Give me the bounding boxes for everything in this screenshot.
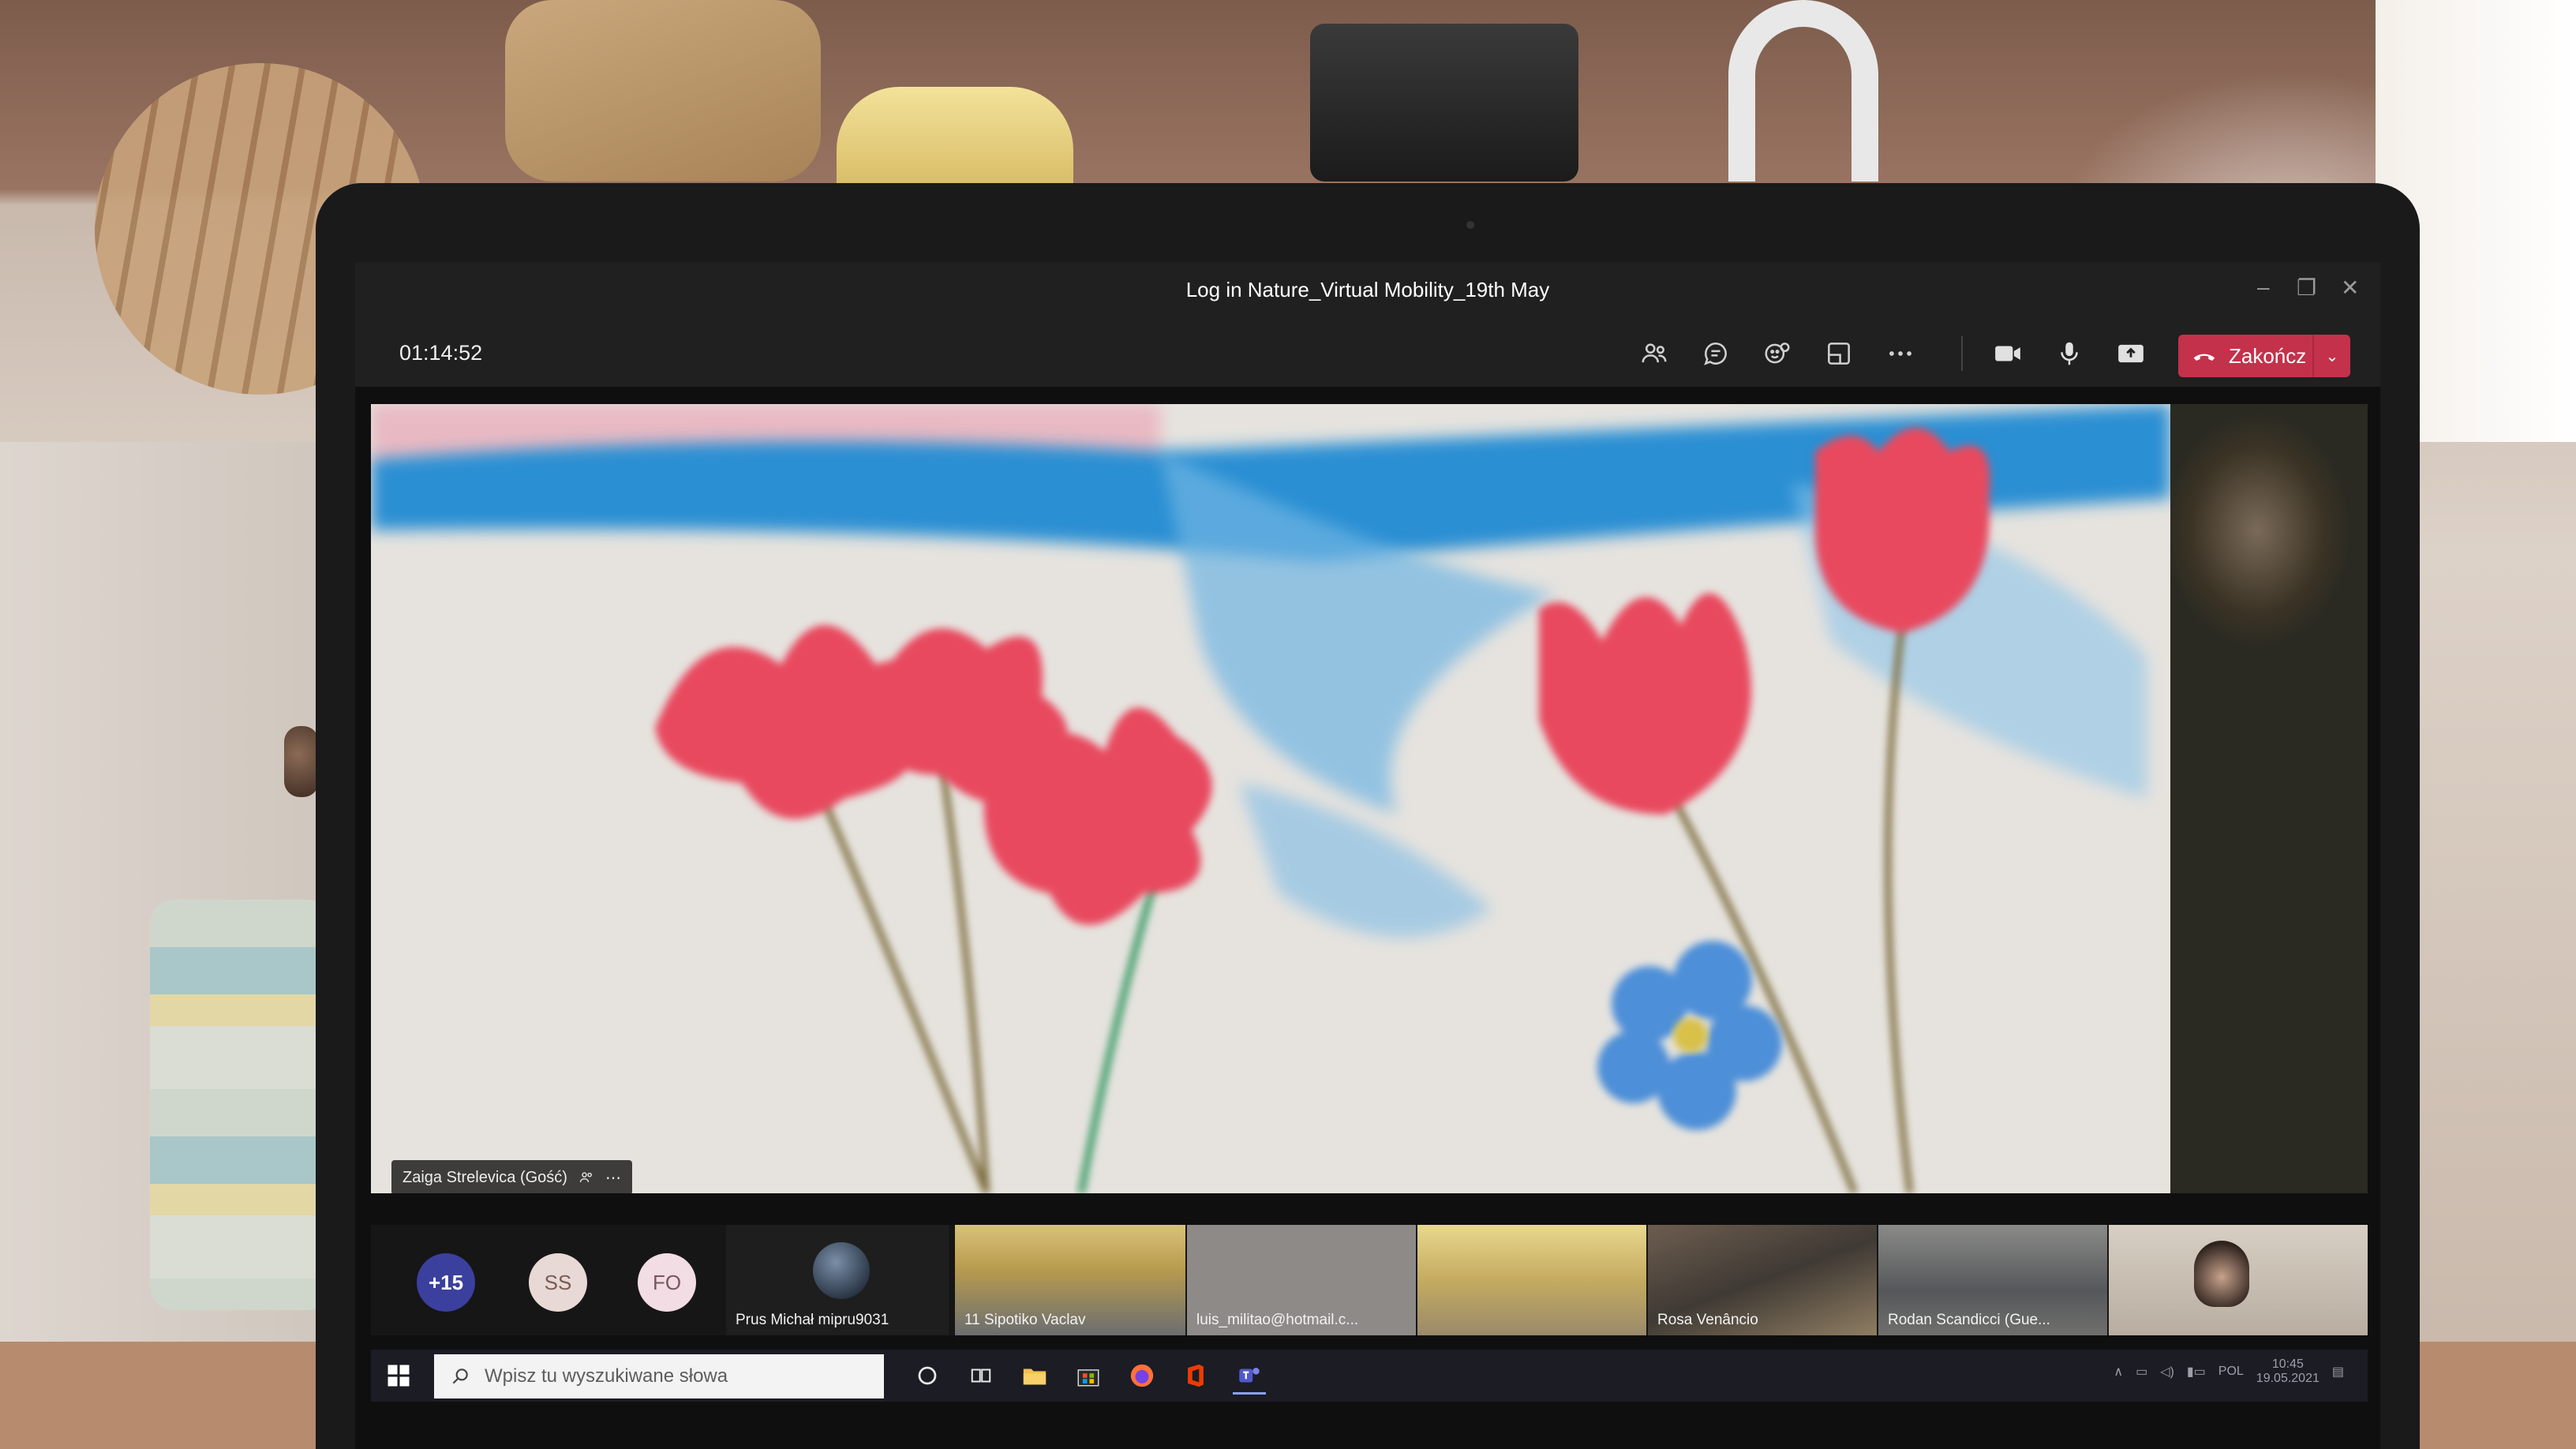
- participant-tile[interactable]: luis_militao@hotmail.c...: [1187, 1225, 1416, 1335]
- file-explorer-button[interactable]: [1018, 1359, 1051, 1392]
- participant-avatar-ss[interactable]: SS: [529, 1253, 587, 1312]
- leave-dropdown-button[interactable]: ⌄: [2312, 335, 2350, 377]
- laptop-screen: Log in Nature_Virtual Mobility_19th May …: [355, 262, 2380, 1449]
- participant-tile[interactable]: Rosa Venâncio: [1648, 1225, 1877, 1335]
- office-button[interactable]: [1179, 1359, 1212, 1392]
- cortana-button[interactable]: [911, 1359, 944, 1392]
- participants-button[interactable]: [1632, 335, 1676, 373]
- more-icon: [1889, 351, 1911, 356]
- chat-button[interactable]: [1694, 335, 1738, 373]
- more-participants-badge[interactable]: +15: [417, 1253, 475, 1312]
- teams-icon: [1239, 1368, 1260, 1383]
- people-icon: [1642, 343, 1667, 363]
- participant-gallery-strip: +15 SS FO Prus Michał mipru9031 11 Sipot…: [371, 1225, 2368, 1335]
- folder-icon: [1023, 1368, 1046, 1385]
- reactions-button[interactable]: [1755, 335, 1799, 373]
- task-view-button[interactable]: [964, 1359, 998, 1392]
- notifications-icon[interactable]: ▤: [2332, 1364, 2344, 1380]
- flower-painting-video: [371, 404, 2170, 1193]
- laptop: Log in Nature_Virtual Mobility_19th May …: [316, 183, 2420, 1449]
- minimize-button[interactable]: –: [2257, 275, 2270, 300]
- participant-tile[interactable]: Rodan Scandicci (Gue...: [1878, 1225, 2107, 1335]
- microphone-button[interactable]: [2047, 335, 2091, 373]
- rooms-button[interactable]: [1817, 335, 1861, 373]
- participant-name: 11 Sipotiko Vaclav: [964, 1312, 1086, 1328]
- leave-meeting-button[interactable]: Zakończ ⌄: [2178, 335, 2350, 377]
- chevron-up-icon[interactable]: ∧: [2114, 1364, 2123, 1380]
- cortana-icon: [918, 1366, 937, 1385]
- participant-tile[interactable]: [1417, 1225, 1646, 1335]
- search-icon: [452, 1368, 468, 1384]
- clock[interactable]: 10:45 19.05.2021: [2256, 1357, 2320, 1386]
- presenter-name: Zaiga Strelevica (Gość): [402, 1168, 567, 1186]
- meeting-toolbar: 01:14:52 Zakończ ⌄: [355, 319, 2380, 387]
- window-titlebar: Log in Nature_Virtual Mobility_19th May …: [355, 262, 2380, 319]
- guest-icon: [579, 1172, 592, 1182]
- battery-icon[interactable]: ▮▭: [2187, 1364, 2206, 1380]
- participant-tile[interactable]: Prus Michał mipru9031: [726, 1225, 949, 1335]
- clock-date: 19.05.2021: [2256, 1372, 2320, 1385]
- leave-label: Zakończ: [2229, 343, 2307, 368]
- search-placeholder: Wpisz tu wyszukiwane słowa: [485, 1365, 728, 1387]
- firefox-button[interactable]: [1125, 1359, 1159, 1392]
- kitchen-appliance: [1310, 24, 1578, 182]
- microphone-icon: [2061, 342, 2078, 365]
- volume-icon[interactable]: ◁): [2160, 1364, 2174, 1380]
- participant-name: luis_militao@hotmail.c...: [1196, 1312, 1359, 1328]
- participant-name: Rodan Scandicci (Gue...: [1888, 1312, 2050, 1328]
- participant-tile[interactable]: 11 Sipotiko Vaclav: [955, 1225, 1185, 1335]
- avatar: [813, 1242, 870, 1299]
- participant-name: Rosa Venâncio: [1657, 1312, 1758, 1328]
- restore-button[interactable]: ❐: [2297, 275, 2316, 301]
- store-button[interactable]: [1072, 1359, 1105, 1392]
- video-camera-icon: [1995, 346, 2020, 361]
- taskbar-search-box[interactable]: Wpisz tu wyszukiwane słowa: [434, 1354, 884, 1398]
- main-video-stage: Zaiga Strelevica (Gość) ⋯: [371, 404, 2368, 1193]
- system-tray: ∧ ▭ ◁) ▮▭ POL 10:45 19.05.2021 ▤: [2114, 1357, 2344, 1386]
- store-bag-icon: [1077, 1369, 1099, 1387]
- network-icon[interactable]: ▭: [2136, 1364, 2147, 1380]
- close-button[interactable]: ✕: [2341, 275, 2359, 301]
- clock-time: 10:45: [2271, 1357, 2304, 1371]
- participant-name: Prus Michał mipru9031: [736, 1312, 889, 1328]
- participant-video-edge: [2170, 404, 2368, 1193]
- window-title: Log in Nature_Virtual Mobility_19th May: [1185, 278, 1550, 301]
- more-actions-button[interactable]: [1878, 335, 1923, 373]
- teams-button[interactable]: [1233, 1359, 1266, 1395]
- windows-taskbar: Wpisz tu wyszukiwane słowa ∧ ▭ ◁) ▮▭ POL…: [371, 1350, 2368, 1402]
- towel: [150, 900, 331, 1310]
- rooms-icon: [1828, 343, 1850, 365]
- share-tray-icon: [2118, 344, 2144, 363]
- cutting-board: [505, 0, 821, 182]
- office-icon: [1188, 1364, 1204, 1387]
- cabinet-handle: [284, 726, 319, 797]
- webcam: [1466, 221, 1474, 229]
- windows-start-icon[interactable]: [387, 1364, 410, 1387]
- participant-avatar-fo[interactable]: FO: [638, 1253, 696, 1312]
- presenter-more-button[interactable]: ⋯: [605, 1168, 621, 1188]
- share-screen-button[interactable]: [2109, 335, 2153, 373]
- language-indicator[interactable]: POL: [2218, 1365, 2244, 1379]
- chat-icon: [1704, 343, 1727, 365]
- task-view-icon: [971, 1368, 991, 1383]
- participant-tile[interactable]: [2109, 1225, 2368, 1335]
- emoji-icon: [1765, 343, 1790, 364]
- firefox-icon: [1130, 1364, 1154, 1387]
- hang-up-icon: [2193, 354, 2215, 361]
- camera-button[interactable]: [1986, 335, 2030, 373]
- meeting-timer: 01:14:52: [399, 341, 483, 365]
- toolbar-separator: [1961, 336, 1963, 371]
- presenter-name-tag: Zaiga Strelevica (Gość) ⋯: [391, 1160, 632, 1193]
- faucet: [1728, 0, 1878, 182]
- participant-face: [2194, 1241, 2249, 1307]
